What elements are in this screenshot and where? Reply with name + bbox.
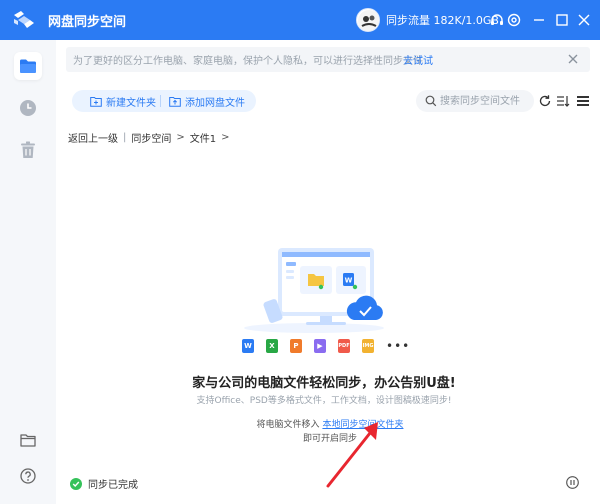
avatar-icon bbox=[358, 10, 379, 31]
search-icon bbox=[425, 95, 437, 107]
sync-status-text: 同步已完成 bbox=[88, 480, 138, 491]
maximize-icon[interactable] bbox=[553, 11, 571, 29]
minimize-icon[interactable] bbox=[530, 11, 548, 29]
close-icon[interactable] bbox=[575, 11, 593, 29]
sidebar-item-history[interactable] bbox=[14, 94, 42, 122]
breadcrumb-separator: | bbox=[123, 132, 127, 143]
toolbar: 新建文件夹 添加网盘文件 bbox=[72, 90, 256, 112]
empty-headline: 家与公司的电脑文件轻松同步，办公告别U盘! bbox=[192, 376, 456, 391]
move-prefix: 将电脑文件移入 bbox=[256, 420, 320, 430]
move-instruction: 将电脑文件移入 本地同步空间文件夹 bbox=[0, 417, 600, 430]
breadcrumb-back[interactable]: 返回上一级 bbox=[68, 130, 118, 145]
user-avatar[interactable] bbox=[356, 8, 380, 32]
add-cloud-file-icon bbox=[169, 96, 181, 107]
search-box bbox=[416, 90, 534, 112]
breadcrumb-item[interactable]: 文件1 bbox=[190, 130, 216, 145]
pause-icon[interactable] bbox=[566, 476, 579, 489]
app-logo-icon bbox=[14, 11, 34, 28]
notice-bar: 为了更好的区分工作电脑、家庭电脑，保护个人隐私，可以进行选择性同步文件 去试试 bbox=[66, 47, 590, 72]
breadcrumb: 返回上一级 | 同步空间 > 文件1 > bbox=[68, 130, 235, 145]
refresh-icon[interactable] bbox=[538, 94, 552, 108]
notice-text: 为了更好的区分工作电脑、家庭电脑，保护个人隐私，可以进行选择性同步文件 bbox=[73, 56, 423, 67]
trash-icon bbox=[21, 141, 35, 158]
image-file-icon: IMG bbox=[362, 339, 374, 353]
check-circle-icon bbox=[70, 477, 82, 490]
notice-close-icon[interactable] bbox=[567, 53, 579, 65]
history-icon bbox=[20, 100, 36, 116]
breadcrumb-chevron-icon: > bbox=[176, 132, 185, 143]
sync-illustration: W bbox=[244, 248, 384, 333]
sync-status: 同步已完成 bbox=[70, 476, 138, 491]
add-cloud-file-button[interactable]: 添加网盘文件 bbox=[169, 93, 245, 109]
sort-icon[interactable] bbox=[556, 94, 570, 108]
title-bar: 网盘同步空间 同步流量 182K/1.0GB bbox=[0, 0, 600, 40]
new-folder-label: 新建文件夹 bbox=[106, 97, 156, 109]
view-list-icon[interactable] bbox=[576, 94, 590, 108]
app-title: 网盘同步空间 bbox=[48, 15, 127, 30]
app-window: 网盘同步空间 同步流量 182K/1.0GB 为了更好的区分工作电脑、家庭电脑，… bbox=[0, 0, 600, 504]
breadcrumb-chevron-icon: > bbox=[221, 132, 230, 143]
ppt-file-icon: P bbox=[290, 339, 302, 353]
add-cloud-file-label: 添加网盘文件 bbox=[185, 97, 245, 109]
empty-subtext: 支持Office、PSD等多格式文件，工作文档，设计图稿极速同步! bbox=[196, 396, 452, 406]
settings-icon[interactable] bbox=[505, 11, 523, 29]
annotation-arrow-icon bbox=[326, 422, 378, 488]
traffic-usage: 同步流量 182K/1.0GB bbox=[386, 14, 499, 27]
breadcrumb-item[interactable]: 同步空间 bbox=[131, 130, 171, 145]
file-type-icons: W X P ▶ PDF IMG ••• bbox=[242, 338, 418, 354]
new-folder-button[interactable]: 新建文件夹 bbox=[90, 93, 156, 109]
excel-file-icon: X bbox=[266, 339, 278, 353]
sidebar-item-sync-space[interactable] bbox=[14, 52, 42, 80]
sidebar-item-trash[interactable] bbox=[14, 136, 42, 164]
sidebar-item-help[interactable] bbox=[14, 462, 42, 490]
help-icon bbox=[20, 468, 36, 484]
more-icon: ••• bbox=[386, 339, 411, 353]
new-folder-icon bbox=[90, 96, 102, 107]
pdf-file-icon: PDF bbox=[338, 339, 350, 353]
search-input[interactable] bbox=[440, 94, 530, 108]
notice-try-link[interactable]: 去试试 bbox=[403, 52, 433, 67]
svg-text:W: W bbox=[345, 277, 353, 285]
word-file-icon: W bbox=[242, 339, 254, 353]
open-sync-text: 即可开启同步 bbox=[302, 434, 357, 444]
video-file-icon: ▶ bbox=[314, 339, 326, 353]
toolbar-divider bbox=[160, 95, 161, 107]
headset-icon[interactable] bbox=[488, 11, 506, 29]
folder-icon bbox=[20, 59, 36, 73]
